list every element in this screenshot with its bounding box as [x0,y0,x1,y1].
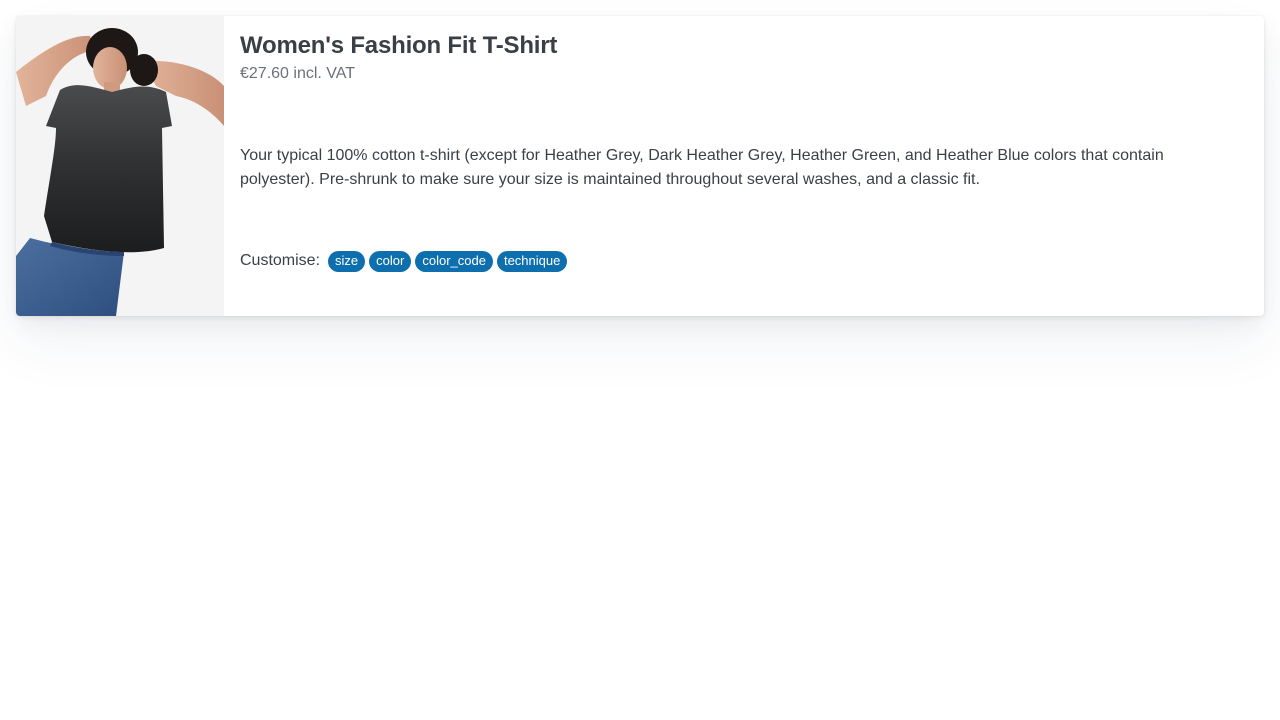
product-price: €27.60 incl. VAT [240,65,356,82]
customise-label: Customise: [240,252,321,269]
product-title[interactable]: Women's Fashion Fit T-Shirt [240,32,1248,60]
customise-option-color[interactable]: color [369,250,412,272]
customise-row: Customise: size color color_code techniq… [240,250,1248,272]
customise-option-color-code[interactable]: color_code [415,250,493,272]
product-description: Your typical 100% cotton t-shirt (except… [240,147,1164,188]
customise-option-size[interactable]: size [328,250,366,272]
customise-option-technique[interactable]: technique [496,250,568,272]
product-card: Women's Fashion Fit T-Shirt €27.60 incl.… [16,16,1264,316]
woman-tshirt-illustration [16,16,224,316]
product-info: Women's Fashion Fit T-Shirt €27.60 incl.… [224,16,1264,316]
product-image[interactable] [16,16,224,316]
page: Women's Fashion Fit T-Shirt €27.60 incl.… [0,0,1280,720]
